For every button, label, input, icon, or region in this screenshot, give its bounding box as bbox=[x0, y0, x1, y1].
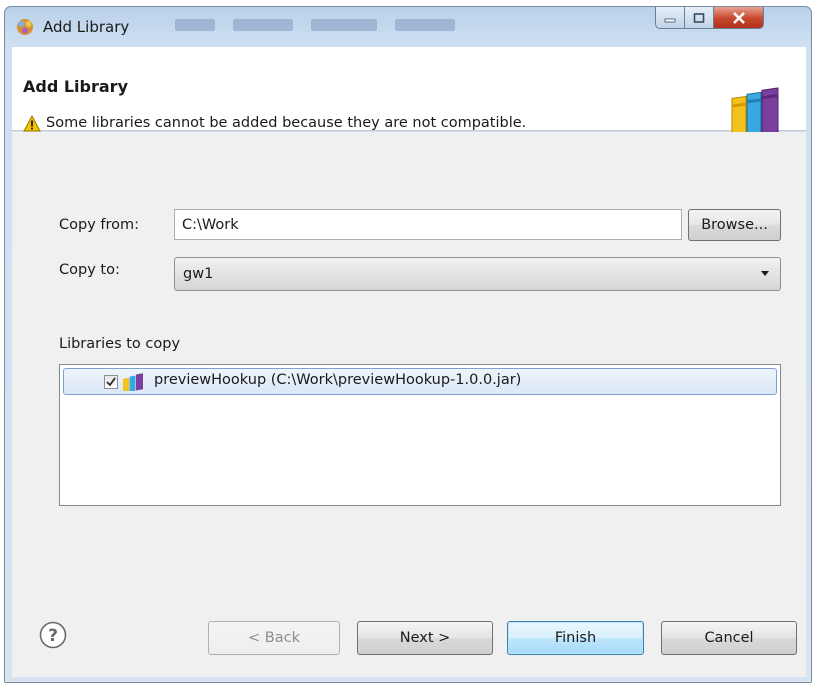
svg-text:?: ? bbox=[48, 626, 58, 646]
browse-button[interactable]: Browse... bbox=[688, 209, 781, 241]
warning-message: Some libraries cannot be added because t… bbox=[46, 115, 527, 131]
dialog-footer: ? < Back Next > Finish Cancel bbox=[12, 587, 806, 677]
close-icon bbox=[732, 11, 745, 24]
maximize-icon bbox=[693, 12, 705, 23]
next-button[interactable]: Next > bbox=[357, 621, 493, 655]
content-area: Copy from: Browse... Copy to: gw1 Librar… bbox=[12, 132, 806, 587]
library-checkbox[interactable] bbox=[104, 375, 118, 389]
background-toolbar bbox=[175, 19, 525, 35]
minimize-button[interactable] bbox=[655, 7, 685, 29]
copy-to-select[interactable]: gw1 bbox=[174, 257, 781, 291]
copy-from-input[interactable] bbox=[174, 209, 682, 240]
header-banner: Add Library Some libraries cannot be add… bbox=[12, 47, 806, 137]
copy-to-label: Copy to: bbox=[59, 262, 120, 278]
books-icon bbox=[731, 87, 779, 137]
banner-title: Add Library bbox=[23, 77, 128, 96]
back-button[interactable]: < Back bbox=[208, 621, 340, 655]
cancel-button[interactable]: Cancel bbox=[661, 621, 797, 655]
help-icon[interactable]: ? bbox=[39, 621, 67, 649]
finish-button[interactable]: Finish bbox=[507, 621, 644, 655]
minimize-icon bbox=[664, 18, 676, 22]
libraries-list[interactable]: previewHookup (C:\Work\previewHookup-1.0… bbox=[59, 364, 781, 506]
copy-from-label: Copy from: bbox=[59, 217, 140, 233]
close-button[interactable] bbox=[714, 7, 764, 29]
maximize-button[interactable] bbox=[685, 7, 714, 29]
libraries-label: Libraries to copy bbox=[59, 336, 181, 352]
warning-icon bbox=[23, 115, 41, 132]
list-item[interactable]: previewHookup (C:\Work\previewHookup-1.0… bbox=[63, 368, 777, 395]
copy-to-value: gw1 bbox=[183, 266, 214, 282]
add-library-dialog: Add Library Add Library Some libraries c… bbox=[4, 6, 812, 683]
library-icon bbox=[123, 373, 143, 391]
checkmark-icon bbox=[106, 377, 116, 387]
window-title: Add Library bbox=[43, 18, 130, 36]
library-label: previewHookup (C:\Work\previewHookup-1.0… bbox=[154, 372, 522, 388]
library-app-icon bbox=[17, 19, 33, 35]
chevron-down-icon bbox=[761, 271, 769, 276]
title-bar[interactable]: Add Library bbox=[5, 7, 811, 47]
